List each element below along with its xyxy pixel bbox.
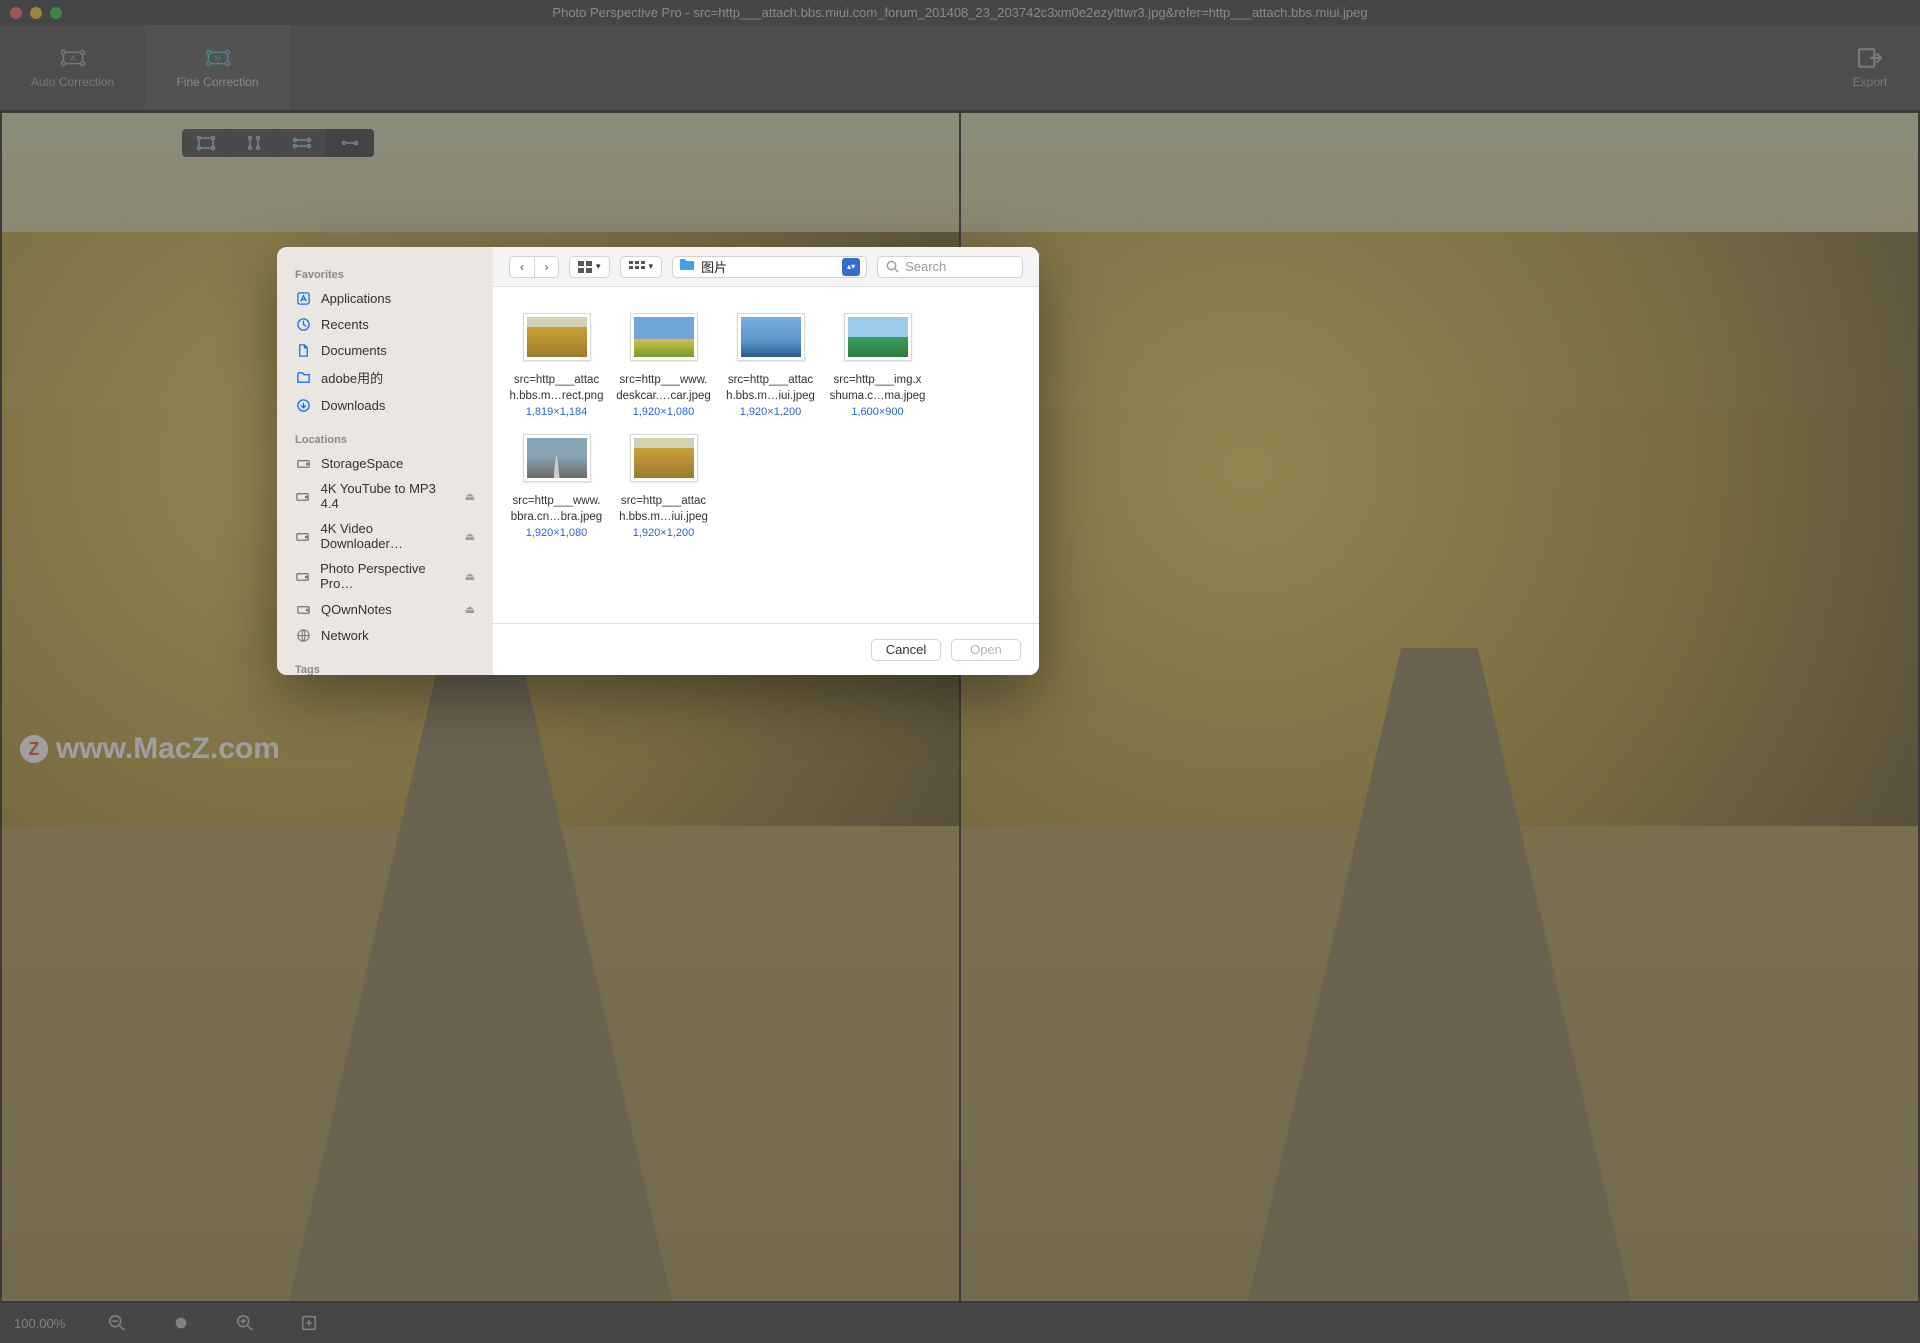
file-item[interactable]: src=http___attach.bbs.m…iui.jpeg 1,920×1… — [717, 313, 824, 418]
file-item[interactable]: src=http___attach.bbs.m…rect.png 1,819×1… — [503, 313, 610, 418]
folder-path-selector[interactable]: 图片 ▴▾ — [672, 256, 867, 278]
sidebar-favorite-item[interactable]: Documents — [277, 337, 493, 363]
sidebar-item-label: QOwnNotes — [321, 602, 392, 617]
disk-icon — [295, 455, 311, 471]
sidebar-favorite-item[interactable]: Recents — [277, 311, 493, 337]
folder-icon — [295, 370, 311, 386]
file-dimensions: 1,920×1,200 — [633, 527, 694, 539]
dialog-main: ‹ › ▾ ▾ 图片 ▴▾ Search — [493, 247, 1039, 675]
dialog-sidebar: Favorites Applications Recents Documents ad… — [277, 247, 493, 675]
disk-icon — [295, 528, 310, 544]
file-name: src=http___attach.bbs.m…iui.jpeg — [617, 494, 710, 525]
file-thumbnail — [630, 313, 698, 361]
eject-icon[interactable]: ⏏ — [465, 603, 475, 616]
group-by-button[interactable]: ▾ — [620, 256, 663, 278]
locations-section-label: Locations — [277, 430, 493, 450]
search-placeholder: Search — [905, 259, 946, 274]
app-icon — [295, 290, 311, 306]
file-grid[interactable]: src=http___attach.bbs.m…rect.png 1,819×1… — [493, 287, 1039, 623]
disk-icon — [295, 601, 311, 617]
disk-icon — [295, 488, 311, 504]
nav-back-button[interactable]: ‹ — [510, 257, 534, 277]
sidebar-item-label: 4K Video Downloader… — [320, 521, 454, 551]
nav-back-forward: ‹ › — [509, 256, 559, 278]
file-name: src=http___attach.bbs.m…iui.jpeg — [724, 373, 817, 404]
sidebar-item-label: Applications — [321, 291, 391, 306]
search-input[interactable]: Search — [877, 256, 1023, 278]
file-thumbnail — [737, 313, 805, 361]
view-mode-icon-button[interactable]: ▾ — [569, 256, 610, 278]
file-thumbnail — [523, 434, 591, 482]
group-icon — [629, 261, 645, 273]
file-name: src=http___attach.bbs.m…rect.png — [508, 373, 606, 404]
chevron-down-icon: ▾ — [649, 261, 654, 272]
sidebar-favorite-item[interactable]: Downloads — [277, 392, 493, 418]
file-item[interactable]: src=http___img.xshuma.c…ma.jpeg 1,600×90… — [824, 313, 931, 418]
sidebar-location-item[interactable]: 4K YouTube to MP3 4.4 ⏏ — [277, 476, 493, 516]
file-name: src=http___www.bbra.cn…bra.jpeg — [509, 494, 604, 525]
sidebar-location-item[interactable]: StorageSpace — [277, 450, 493, 476]
cancel-button[interactable]: Cancel — [871, 639, 941, 661]
sidebar-favorite-item[interactable]: Applications — [277, 285, 493, 311]
sidebar-location-item[interactable]: Photo Perspective Pro… ⏏ — [277, 556, 493, 596]
sidebar-location-item[interactable]: Network — [277, 622, 493, 648]
folder-icon — [679, 257, 695, 276]
sidebar-item-label: Documents — [321, 343, 387, 358]
sidebar-favorite-item[interactable]: adobe用的 — [277, 363, 493, 392]
sidebar-location-item[interactable]: QOwnNotes ⏏ — [277, 596, 493, 622]
file-name: src=http___img.xshuma.c…ma.jpeg — [828, 373, 928, 404]
file-open-dialog: Favorites Applications Recents Documents ad… — [277, 247, 1039, 675]
eject-icon[interactable]: ⏏ — [465, 570, 475, 583]
file-item[interactable]: src=http___attach.bbs.m…iui.jpeg 1,920×1… — [610, 434, 717, 539]
globe-icon — [295, 627, 311, 643]
sidebar-item-label: Photo Perspective Pro… — [320, 561, 454, 591]
file-item[interactable]: src=http___www.deskcar.…car.jpeg 1,920×1… — [610, 313, 717, 418]
favorites-section-label: Favorites — [277, 265, 493, 285]
file-dimensions: 1,920×1,080 — [526, 527, 587, 539]
nav-forward-button[interactable]: › — [534, 257, 558, 277]
file-thumbnail — [630, 434, 698, 482]
clock-icon — [295, 316, 311, 332]
file-dimensions: 1,600×900 — [851, 406, 903, 418]
tags-section-label: Tags — [277, 660, 493, 675]
sidebar-item-label: Recents — [321, 317, 369, 332]
dialog-footer: Cancel Open — [493, 623, 1039, 675]
current-folder-name: 图片 — [701, 257, 836, 276]
file-dimensions: 1,819×1,184 — [526, 406, 587, 418]
file-thumbnail — [844, 313, 912, 361]
doc-icon — [295, 342, 311, 358]
file-name: src=http___www.deskcar.…car.jpeg — [614, 373, 713, 404]
dialog-toolbar: ‹ › ▾ ▾ 图片 ▴▾ Search — [493, 247, 1039, 287]
sidebar-location-item[interactable]: 4K Video Downloader… ⏏ — [277, 516, 493, 556]
path-dropdown-arrows-icon: ▴▾ — [842, 258, 860, 276]
eject-icon[interactable]: ⏏ — [465, 490, 475, 503]
sidebar-item-label: 4K YouTube to MP3 4.4 — [321, 481, 455, 511]
icon-view-icon — [578, 261, 592, 273]
disk-icon — [295, 568, 310, 584]
sidebar-item-label: adobe用的 — [321, 368, 383, 387]
download-icon — [295, 397, 311, 413]
file-thumbnail — [523, 313, 591, 361]
file-item[interactable]: src=http___www.bbra.cn…bra.jpeg 1,920×1,… — [503, 434, 610, 539]
sidebar-item-label: StorageSpace — [321, 456, 403, 471]
sidebar-item-label: Downloads — [321, 398, 385, 413]
chevron-down-icon: ▾ — [596, 261, 601, 272]
file-dimensions: 1,920×1,080 — [633, 406, 694, 418]
search-icon — [886, 260, 899, 273]
open-button[interactable]: Open — [951, 639, 1021, 661]
file-dimensions: 1,920×1,200 — [740, 406, 801, 418]
eject-icon[interactable]: ⏏ — [465, 530, 475, 543]
sidebar-item-label: Network — [321, 628, 369, 643]
